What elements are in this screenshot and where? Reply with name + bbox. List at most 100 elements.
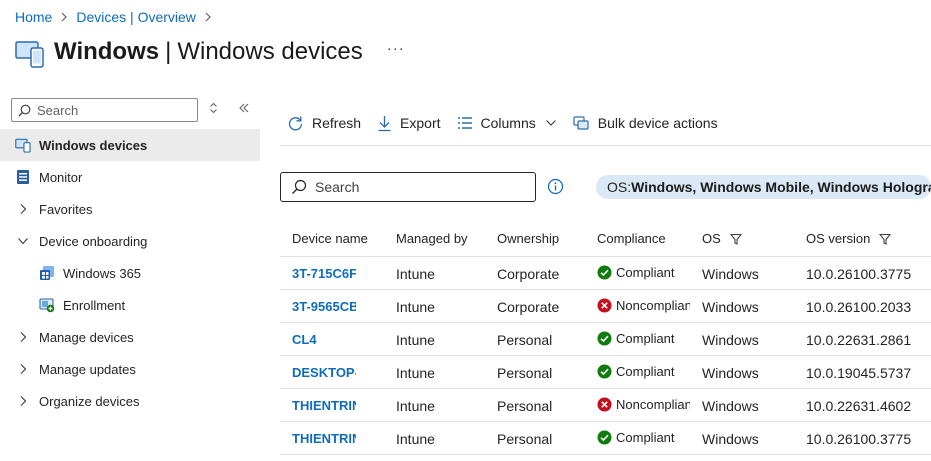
devices-table: Device name Managed by Ownership Complia…: [280, 221, 931, 455]
sidebar-nav: Windows devices Monitor Favorites Device…: [0, 129, 260, 417]
table-row[interactable]: THIENTRIN Intune Personal Compliant Wind…: [280, 422, 931, 455]
nav-search-input[interactable]: Search: [11, 98, 198, 122]
bulk-actions-icon: [573, 115, 589, 130]
os-version-cell: 10.0.22631.2861: [806, 332, 912, 348]
device-name-link[interactable]: THIENTRIN: [292, 431, 356, 446]
column-header-device-name[interactable]: Device name: [292, 231, 368, 246]
compliant-check-icon: [597, 430, 612, 445]
windows-365-icon: [39, 265, 55, 281]
ownership-cell: Personal: [497, 431, 553, 447]
enrollment-icon: [39, 297, 55, 313]
device-name-link[interactable]: DESKTOP-3: [292, 365, 356, 380]
bulk-device-actions-button[interactable]: Bulk device actions: [573, 115, 718, 131]
filter-icon[interactable]: [729, 233, 742, 245]
chevron-right-icon: [15, 329, 31, 345]
table-row[interactable]: CL4 Intune Personal Compliant Windows 10…: [280, 323, 931, 356]
compliant-check-icon: [597, 364, 612, 379]
chevron-right-icon: [15, 201, 31, 217]
breadcrumb-devices-link[interactable]: Devices | Overview: [76, 9, 196, 25]
ownership-cell: Corporate: [497, 266, 560, 282]
page-title: Windows | Windows devices: [54, 38, 363, 65]
table-header: Device name Managed by Ownership Complia…: [280, 221, 931, 257]
table-row[interactable]: DESKTOP-3 Intune Personal Compliant Wind…: [280, 356, 931, 389]
sidebar-item-favorites[interactable]: Favorites: [0, 193, 260, 225]
os-version-cell: 10.0.19045.5737: [806, 365, 912, 381]
os-version-cell: 10.0.26100.3775: [806, 431, 912, 447]
compliance-cell: Noncompliant: [597, 298, 690, 313]
managed-by-cell: Intune: [396, 431, 435, 447]
columns-button[interactable]: Columns: [457, 115, 557, 131]
noncompliant-x-icon: [597, 298, 612, 313]
refresh-icon: [288, 116, 303, 130]
device-name-link[interactable]: THIENTRIN: [292, 398, 356, 413]
download-icon: [378, 115, 391, 131]
device-search-input[interactable]: Search: [280, 172, 536, 202]
device-name-link[interactable]: CL4: [292, 332, 356, 347]
table-row[interactable]: THIENTRIN Intune Personal Noncompliant W…: [280, 389, 931, 422]
toolbar-divider: [280, 145, 931, 146]
device-name-link[interactable]: 3T-715C6F7: [292, 266, 356, 281]
more-options-button[interactable]: ···: [387, 40, 405, 57]
os-version-cell: 10.0.22631.4602: [806, 398, 912, 414]
table-row[interactable]: 3T-715C6F7 Intune Corporate Compliant Wi…: [280, 257, 931, 290]
chevron-right-icon: [204, 12, 212, 22]
page-header: Windows | Windows devices ···: [15, 36, 405, 68]
sidebar-item-manage-updates[interactable]: Manage updates: [0, 353, 260, 385]
search-icon: [18, 104, 31, 116]
breadcrumb-home-link[interactable]: Home: [15, 9, 52, 25]
collapse-nav-icon[interactable]: [238, 102, 250, 117]
chevron-down-icon: [545, 120, 556, 126]
noncompliant-x-icon: [597, 397, 612, 412]
os-filter-pill[interactable]: OS: Windows, Windows Mobile, Windows Hol…: [596, 175, 931, 199]
compliance-cell: Compliant: [597, 331, 690, 346]
os-version-cell: 10.0.26100.3775: [806, 266, 912, 282]
sidebar-item-enrollment[interactable]: Enrollment: [0, 289, 260, 321]
filter-icon[interactable]: [879, 233, 892, 245]
column-header-os[interactable]: OS: [702, 231, 742, 246]
os-cell: Windows: [702, 299, 759, 315]
compliance-cell: Compliant: [597, 364, 690, 379]
column-header-ownership[interactable]: Ownership: [497, 231, 559, 246]
chevron-right-icon: [60, 12, 68, 22]
ownership-cell: Personal: [497, 332, 553, 348]
breadcrumb: Home Devices | Overview: [15, 9, 220, 25]
compliant-check-icon: [597, 265, 612, 280]
search-icon: [292, 179, 307, 194]
compliant-check-icon: [597, 331, 612, 346]
column-header-os-version[interactable]: OS version: [806, 231, 892, 246]
windows-devices-icon: [15, 137, 31, 153]
refresh-button[interactable]: Refresh: [287, 115, 361, 132]
device-name-link[interactable]: 3T-9565CB: [292, 299, 356, 314]
ownership-cell: Personal: [497, 398, 553, 414]
compliance-cell: Noncompliant: [597, 397, 690, 412]
sidebar-item-monitor[interactable]: Monitor: [0, 161, 260, 193]
os-version-cell: 10.0.26100.2033: [806, 299, 912, 315]
os-cell: Windows: [702, 365, 759, 381]
ownership-cell: Personal: [497, 365, 553, 381]
os-cell: Windows: [702, 266, 759, 282]
chevron-down-icon: [15, 233, 31, 249]
os-cell: Windows: [702, 332, 759, 348]
managed-by-cell: Intune: [396, 398, 435, 414]
command-bar: Refresh Export Columns Bulk device actio…: [280, 108, 734, 138]
export-button[interactable]: Export: [377, 115, 441, 132]
sidebar-item-device-onboarding[interactable]: Device onboarding: [0, 225, 260, 257]
column-header-managed-by[interactable]: Managed by: [396, 231, 468, 246]
sidebar-item-windows-devices[interactable]: Windows devices: [0, 129, 260, 161]
compliance-cell: Compliant: [597, 265, 690, 280]
columns-icon: [457, 117, 472, 129]
info-icon[interactable]: [547, 178, 564, 198]
managed-by-cell: Intune: [396, 332, 435, 348]
os-cell: Windows: [702, 398, 759, 414]
managed-by-cell: Intune: [396, 365, 435, 381]
chevron-right-icon: [15, 393, 31, 409]
sidebar-item-windows-365[interactable]: Windows 365: [0, 257, 260, 289]
sidebar-item-organize-devices[interactable]: Organize devices: [0, 385, 260, 417]
managed-by-cell: Intune: [396, 299, 435, 315]
table-row[interactable]: 3T-9565CB Intune Corporate Noncompliant …: [280, 290, 931, 323]
managed-by-cell: Intune: [396, 266, 435, 282]
sidebar-item-manage-devices[interactable]: Manage devices: [0, 321, 260, 353]
chevron-right-icon: [15, 361, 31, 377]
sort-icon[interactable]: [209, 102, 218, 117]
column-header-compliance[interactable]: Compliance: [597, 231, 690, 246]
